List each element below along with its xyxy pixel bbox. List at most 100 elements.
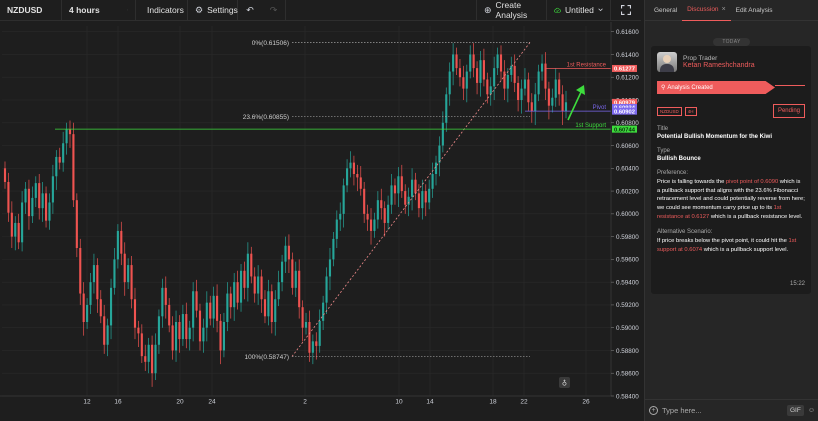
x-tick-label: 16 [114, 399, 122, 406]
gif-button[interactable]: GIF [787, 405, 804, 416]
candle-body [472, 54, 475, 69]
candle-body [325, 276, 328, 303]
tab-general-label: General [654, 6, 678, 14]
author-name[interactable]: Ketan Rameshchandra [683, 62, 755, 69]
alt-text-2: which is a pullback support level. [702, 247, 789, 254]
y-tick-label: 0.59400 [616, 279, 639, 286]
symbol-selector[interactable]: NZDUSD [0, 0, 62, 21]
candle-body [277, 282, 280, 300]
interval-tag: 4H [684, 106, 697, 116]
candle-body [452, 54, 455, 72]
x-tick-label: 2 [303, 399, 307, 406]
candle-body [250, 253, 253, 277]
redo-icon: ↷ [269, 4, 278, 15]
cloud-check-icon [554, 7, 561, 13]
candle-body [291, 259, 294, 288]
candle-body [151, 344, 154, 374]
close-icon[interactable]: × [722, 6, 726, 13]
candle-body [335, 219, 338, 239]
candle-body [431, 174, 434, 189]
layout-name: Untitled [565, 5, 594, 15]
author-row: Prop Trader Ketan Rameshchandra [657, 51, 805, 73]
pref-text-1: Price is falling towards the [657, 179, 726, 185]
y-tick-label: 0.60200 [616, 188, 639, 195]
candle-body [89, 282, 92, 305]
candle-body [489, 86, 492, 95]
add-attachment-icon[interactable]: + [649, 406, 658, 415]
pref-text-3: which is a pullback resistance level. [709, 213, 803, 220]
tab-discussion[interactable]: Discussion × [682, 0, 731, 21]
create-analysis-label: Create Analysis [495, 0, 528, 20]
candle-body [346, 168, 349, 186]
candle-body [233, 282, 236, 308]
candle-body [322, 302, 325, 321]
candle-body [219, 320, 222, 351]
settings-button[interactable]: ⚙ Settings [188, 0, 238, 21]
candle-body [438, 145, 441, 163]
chart-svg[interactable]: 0%(0.61506) 23.6%(0.60855) 100%(0.58747) 1s… [0, 22, 641, 421]
candle-body [534, 94, 537, 112]
price-chart[interactable]: 0%(0.61506) 23.6%(0.60855) 100%(0.58747) 1s… [0, 22, 641, 421]
y-tick-label: 0.58600 [616, 371, 639, 378]
gear-icon: ⚙ [195, 4, 204, 15]
candle-body [284, 245, 287, 262]
x-tick-label: 20 [176, 399, 184, 406]
candle-body [356, 174, 359, 178]
emoji-icon[interactable]: ☺ [808, 407, 815, 414]
candle-body [352, 162, 355, 174]
candle-body [308, 322, 311, 353]
tab-edit-analysis[interactable]: Edit Analysis [731, 0, 778, 21]
redo-button[interactable]: ↷ [262, 0, 286, 21]
candle-body [181, 314, 184, 340]
candle-body [72, 134, 75, 201]
interval-dropdown-button[interactable] [120, 0, 136, 21]
candle-body [493, 68, 496, 87]
fullscreen-button[interactable] [611, 0, 641, 21]
candle-body [561, 94, 564, 112]
candle-body [349, 162, 352, 169]
y-tick-label: 0.60000 [616, 211, 639, 218]
message-time: 15:22 [789, 281, 805, 287]
analysis-card: Prop Trader Ketan Rameshchandra ⚲ Analys… [651, 46, 811, 294]
candle-body [558, 79, 561, 95]
candle-body [86, 304, 89, 322]
candle-body [137, 327, 140, 334]
candle-body [387, 204, 390, 223]
candle-body [154, 344, 157, 374]
symbol-tag: NZDUSD [657, 106, 682, 116]
candle-body [123, 253, 126, 283]
today-badge: TODAY [713, 38, 750, 46]
candle-body [103, 316, 106, 345]
x-tick-label: 26 [582, 399, 590, 406]
level-price-tag-label: 0.60902 [614, 109, 635, 115]
undo-button[interactable]: ↶ [238, 0, 262, 21]
level-label: Pivot [593, 105, 607, 111]
indicators-button[interactable]: Indicators [136, 0, 188, 21]
create-analysis-button[interactable]: ⊕ Create Analysis [477, 0, 547, 21]
candle-body [92, 265, 95, 283]
candle-body [127, 265, 130, 283]
candle-body [513, 65, 516, 83]
candle-body [58, 156, 61, 163]
candle-body [65, 129, 68, 144]
pref-highlight-pivot: pivot point of 0.6090 [725, 179, 779, 185]
candle-body [236, 282, 239, 303]
candle-body [188, 327, 191, 340]
candle-body [113, 259, 116, 288]
settings-label: Settings [207, 5, 238, 15]
candle-body [332, 238, 335, 260]
candle-body [434, 162, 438, 174]
preference-label: Preference: [657, 170, 689, 176]
candle-body [202, 327, 205, 342]
candle-body [51, 176, 54, 203]
y-tick-label: 0.58400 [616, 393, 639, 400]
candle-body [486, 79, 489, 95]
tab-general[interactable]: General [649, 0, 682, 21]
layout-selector[interactable]: Untitled [547, 0, 611, 21]
message-input[interactable] [662, 406, 783, 415]
interval-selector[interactable]: 4 hours [62, 0, 120, 21]
y-tick-label: 0.59800 [616, 234, 639, 241]
candle-body [469, 54, 472, 72]
candle-body [192, 291, 195, 328]
candle-body [311, 341, 314, 353]
